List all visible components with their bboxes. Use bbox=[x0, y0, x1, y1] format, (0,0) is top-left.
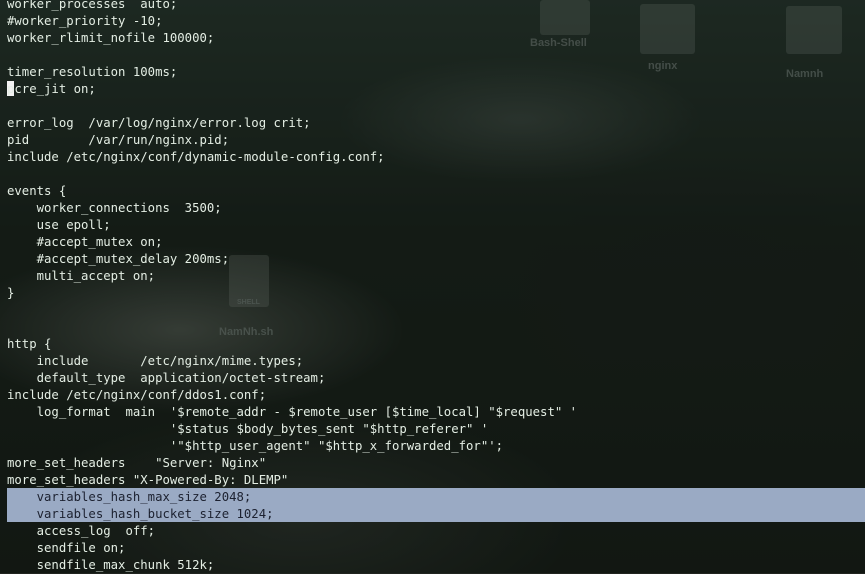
code-line: more_set_headers "Server: Nginx" bbox=[7, 456, 267, 470]
code-line: use epoll; bbox=[7, 218, 111, 232]
code-line: access_log off; bbox=[7, 524, 156, 538]
code-line: events { bbox=[7, 184, 67, 198]
code-line: #worker_priority -10; bbox=[7, 14, 163, 28]
code-line: include /etc/nginx/conf/ddos1.conf; bbox=[7, 388, 267, 402]
code-line: '$status $body_bytes_sent "$http_referer… bbox=[7, 422, 489, 436]
code-line: sendfile_max_chunk 512k; bbox=[7, 558, 215, 572]
code-line: pcre_jit on; bbox=[7, 82, 96, 96]
code-line: timer_resolution 100ms; bbox=[7, 65, 178, 79]
code-line: multi_accept on; bbox=[7, 269, 156, 283]
code-line: include /etc/nginx/conf/dynamic-module-c… bbox=[7, 150, 385, 164]
code-line: http { bbox=[7, 337, 52, 351]
code-line: include /etc/nginx/mime.types; bbox=[7, 354, 304, 368]
code-line: worker_processes auto; bbox=[7, 0, 178, 11]
code-line-selected: variables_hash_max_size 2048; bbox=[7, 490, 252, 504]
code-line: sendfile on; bbox=[7, 541, 126, 555]
code-line: error_log /var/log/nginx/error.log crit; bbox=[7, 116, 311, 130]
code-line-selected: variables_hash_bucket_size 1024; bbox=[7, 507, 274, 521]
code-line: #accept_mutex_delay 200ms; bbox=[7, 252, 230, 266]
code-line: pid /var/run/nginx.pid; bbox=[7, 133, 230, 147]
code-line: '"$http_user_agent" "$http_x_forwarded_f… bbox=[7, 439, 504, 453]
code-line: log_format main '$remote_addr - $remote_… bbox=[7, 405, 578, 419]
code-line: } bbox=[7, 286, 15, 300]
code-line: worker_rlimit_nofile 100000; bbox=[7, 31, 215, 45]
code-line: worker_connections 3500; bbox=[7, 201, 222, 215]
code-line: more_set_headers "X-Powered-By: DLEMP" bbox=[7, 473, 289, 487]
code-line: #accept_mutex on; bbox=[7, 235, 163, 249]
code-line: default_type application/octet-stream; bbox=[7, 371, 326, 385]
